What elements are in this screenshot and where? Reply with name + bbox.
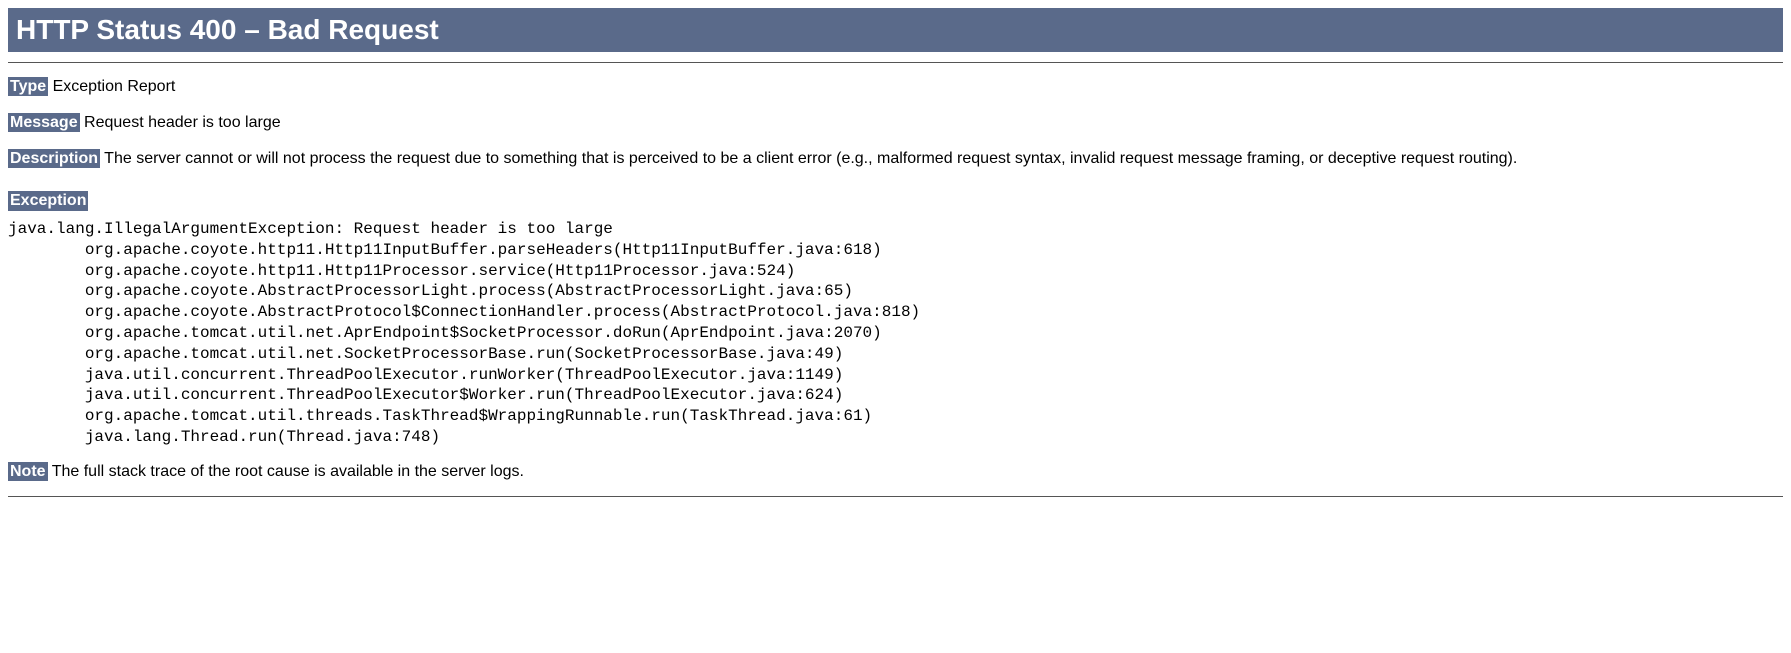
message-line: Message Request header is too large <box>8 111 1783 135</box>
message-label: Message <box>8 113 80 132</box>
type-line: Type Exception Report <box>8 75 1783 99</box>
note-label: Note <box>8 462 48 481</box>
page-title: HTTP Status 400 – Bad Request <box>8 8 1783 52</box>
type-value: Exception Report <box>53 78 176 95</box>
type-label: Type <box>8 77 48 96</box>
exception-heading: Exception <box>8 191 88 211</box>
description-value: The server cannot or will not process th… <box>104 150 1517 167</box>
message-value: Request header is too large <box>84 114 281 131</box>
divider-top <box>8 62 1783 63</box>
description-label: Description <box>8 149 100 168</box>
note-value: The full stack trace of the root cause i… <box>52 463 524 480</box>
exception-stacktrace: java.lang.IllegalArgumentException: Requ… <box>8 219 1783 448</box>
note-line: Note The full stack trace of the root ca… <box>8 460 1783 484</box>
divider-bottom <box>8 496 1783 497</box>
description-line: Description The server cannot or will no… <box>8 147 1783 171</box>
